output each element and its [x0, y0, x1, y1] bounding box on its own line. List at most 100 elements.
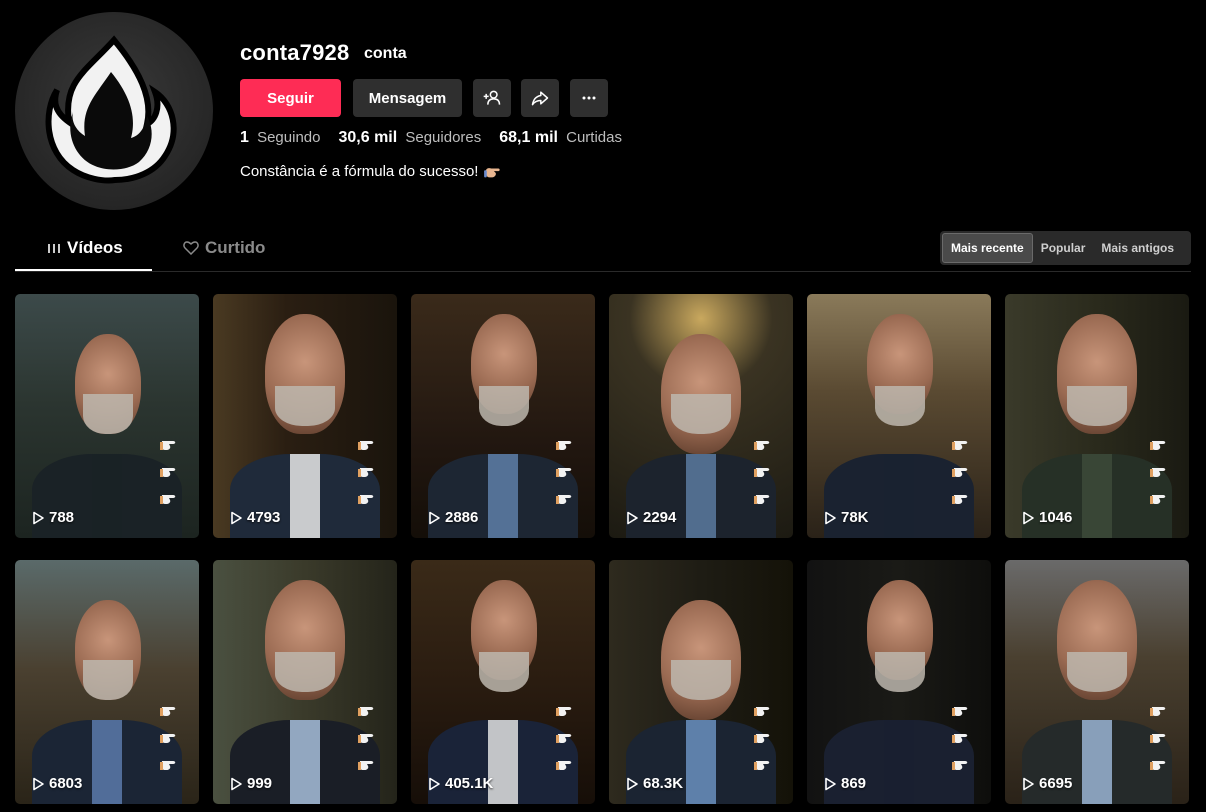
video-card[interactable]: 999 [213, 560, 397, 804]
sort-latest[interactable]: Mais recente [942, 233, 1033, 263]
video-card[interactable]: 6695 [1005, 560, 1189, 804]
hand-emoji-overlay [555, 700, 575, 772]
followers-stat[interactable]: 30,6 mil Seguidores [338, 129, 481, 147]
view-count-value: 6803 [49, 775, 83, 792]
hand-emoji-icon [484, 167, 501, 177]
view-count: 68.3K [625, 775, 683, 792]
view-count-value: 1046 [1039, 509, 1073, 526]
share-button[interactable] [521, 79, 559, 117]
hand-emoji-overlay [753, 434, 773, 506]
video-card[interactable]: 6803 [15, 560, 199, 804]
play-icon [429, 777, 440, 790]
sort-popular[interactable]: Popular [1033, 233, 1094, 263]
view-count: 999 [229, 775, 272, 792]
thumbnail-figure-beard [479, 386, 529, 426]
profile-avatar[interactable] [15, 12, 213, 210]
play-icon [231, 511, 242, 524]
view-count-value: 2294 [643, 509, 677, 526]
more-dots-icon [582, 96, 596, 100]
thumbnail-figure-beard [479, 652, 529, 692]
thumbnail-figure-shirt [1082, 720, 1112, 804]
hand-emoji-icon [160, 734, 176, 743]
hand-emoji-icon [952, 495, 968, 504]
hand-emoji-icon [952, 707, 968, 716]
thumbnail-figure-beard [275, 386, 335, 426]
nickname: conta [364, 45, 407, 62]
following-stat[interactable]: 1 Seguindo [240, 129, 320, 147]
hand-emoji-overlay [357, 700, 377, 772]
video-card[interactable]: 2294 [609, 294, 793, 538]
view-count-value: 2886 [445, 509, 479, 526]
tab-liked[interactable]: Curtido [183, 238, 265, 258]
grid-lines-icon [48, 244, 60, 253]
likes-label: Curtidas [566, 129, 622, 146]
video-card[interactable]: 869 [807, 560, 991, 804]
view-count: 1046 [1021, 509, 1072, 526]
hand-emoji-overlay [159, 700, 179, 772]
play-icon [825, 511, 836, 524]
bio-text: Constância é a fórmula do sucesso! [240, 163, 479, 180]
thumbnail-figure-beard [671, 394, 731, 434]
video-grid: 788 4793 2886 2294 78K 1046 6803 999 405… [15, 294, 1189, 804]
view-count: 2886 [427, 509, 478, 526]
view-count-value: 6695 [1039, 775, 1073, 792]
play-icon [627, 511, 638, 524]
thumbnail-figure-beard [275, 652, 335, 692]
thumbnail-figure-shirt [488, 454, 518, 538]
tab-videos-label: Vídeos [67, 238, 123, 257]
hand-emoji-icon [1150, 707, 1166, 716]
hand-emoji-overlay [1149, 700, 1169, 772]
profile-stats: 1 Seguindo 30,6 mil Seguidores 68,1 mil … [240, 129, 622, 147]
thumbnail-figure-shirt [884, 454, 914, 538]
hand-emoji-icon [160, 707, 176, 716]
hand-emoji-icon [358, 734, 374, 743]
view-count: 6803 [31, 775, 82, 792]
sort-oldest[interactable]: Mais antigos [1093, 233, 1182, 263]
hand-emoji-icon [556, 734, 572, 743]
hand-emoji-icon [754, 441, 770, 450]
hand-emoji-icon [160, 441, 176, 450]
hand-emoji-icon [754, 468, 770, 477]
hand-emoji-icon [1150, 734, 1166, 743]
add-friend-button[interactable] [473, 79, 511, 117]
hand-emoji-icon [358, 761, 374, 770]
hand-emoji-overlay [1149, 434, 1169, 506]
tab-videos[interactable]: Vídeos [47, 238, 123, 258]
thumbnail-figure-shirt [884, 720, 914, 804]
video-card[interactable]: 788 [15, 294, 199, 538]
message-button[interactable]: Mensagem [353, 79, 462, 117]
follow-button[interactable]: Seguir [240, 79, 341, 117]
video-card[interactable]: 4793 [213, 294, 397, 538]
hand-emoji-icon [556, 495, 572, 504]
hand-emoji-icon [160, 468, 176, 477]
tab-liked-label: Curtido [205, 238, 266, 257]
video-card[interactable]: 405.1K [411, 560, 595, 804]
hand-emoji-overlay [951, 700, 971, 772]
active-tab-indicator [15, 269, 152, 271]
video-card[interactable]: 68.3K [609, 560, 793, 804]
hand-emoji-icon [1150, 761, 1166, 770]
video-card[interactable]: 78K [807, 294, 991, 538]
thumbnail-figure-shirt [1082, 454, 1112, 538]
hand-emoji-icon [952, 441, 968, 450]
hand-emoji-icon [1150, 495, 1166, 504]
hand-emoji-overlay [357, 434, 377, 506]
play-icon [33, 511, 44, 524]
thumbnail-figure-beard [875, 386, 925, 426]
hand-emoji-icon [952, 761, 968, 770]
video-card[interactable]: 1046 [1005, 294, 1189, 538]
thumbnail-figure-shirt [290, 454, 320, 538]
following-count: 1 [240, 129, 249, 146]
hand-emoji-icon [556, 468, 572, 477]
play-icon [33, 777, 44, 790]
likes-count: 68,1 mil [499, 129, 558, 146]
play-icon [825, 777, 836, 790]
hand-emoji-icon [1150, 441, 1166, 450]
thumbnail-figure-shirt [92, 454, 122, 538]
video-card[interactable]: 2886 [411, 294, 595, 538]
view-count-value: 405.1K [445, 775, 494, 792]
hand-emoji-icon [754, 734, 770, 743]
thumbnail-figure-beard [83, 394, 133, 434]
view-count-value: 68.3K [643, 775, 684, 792]
more-options-button[interactable] [570, 79, 608, 117]
